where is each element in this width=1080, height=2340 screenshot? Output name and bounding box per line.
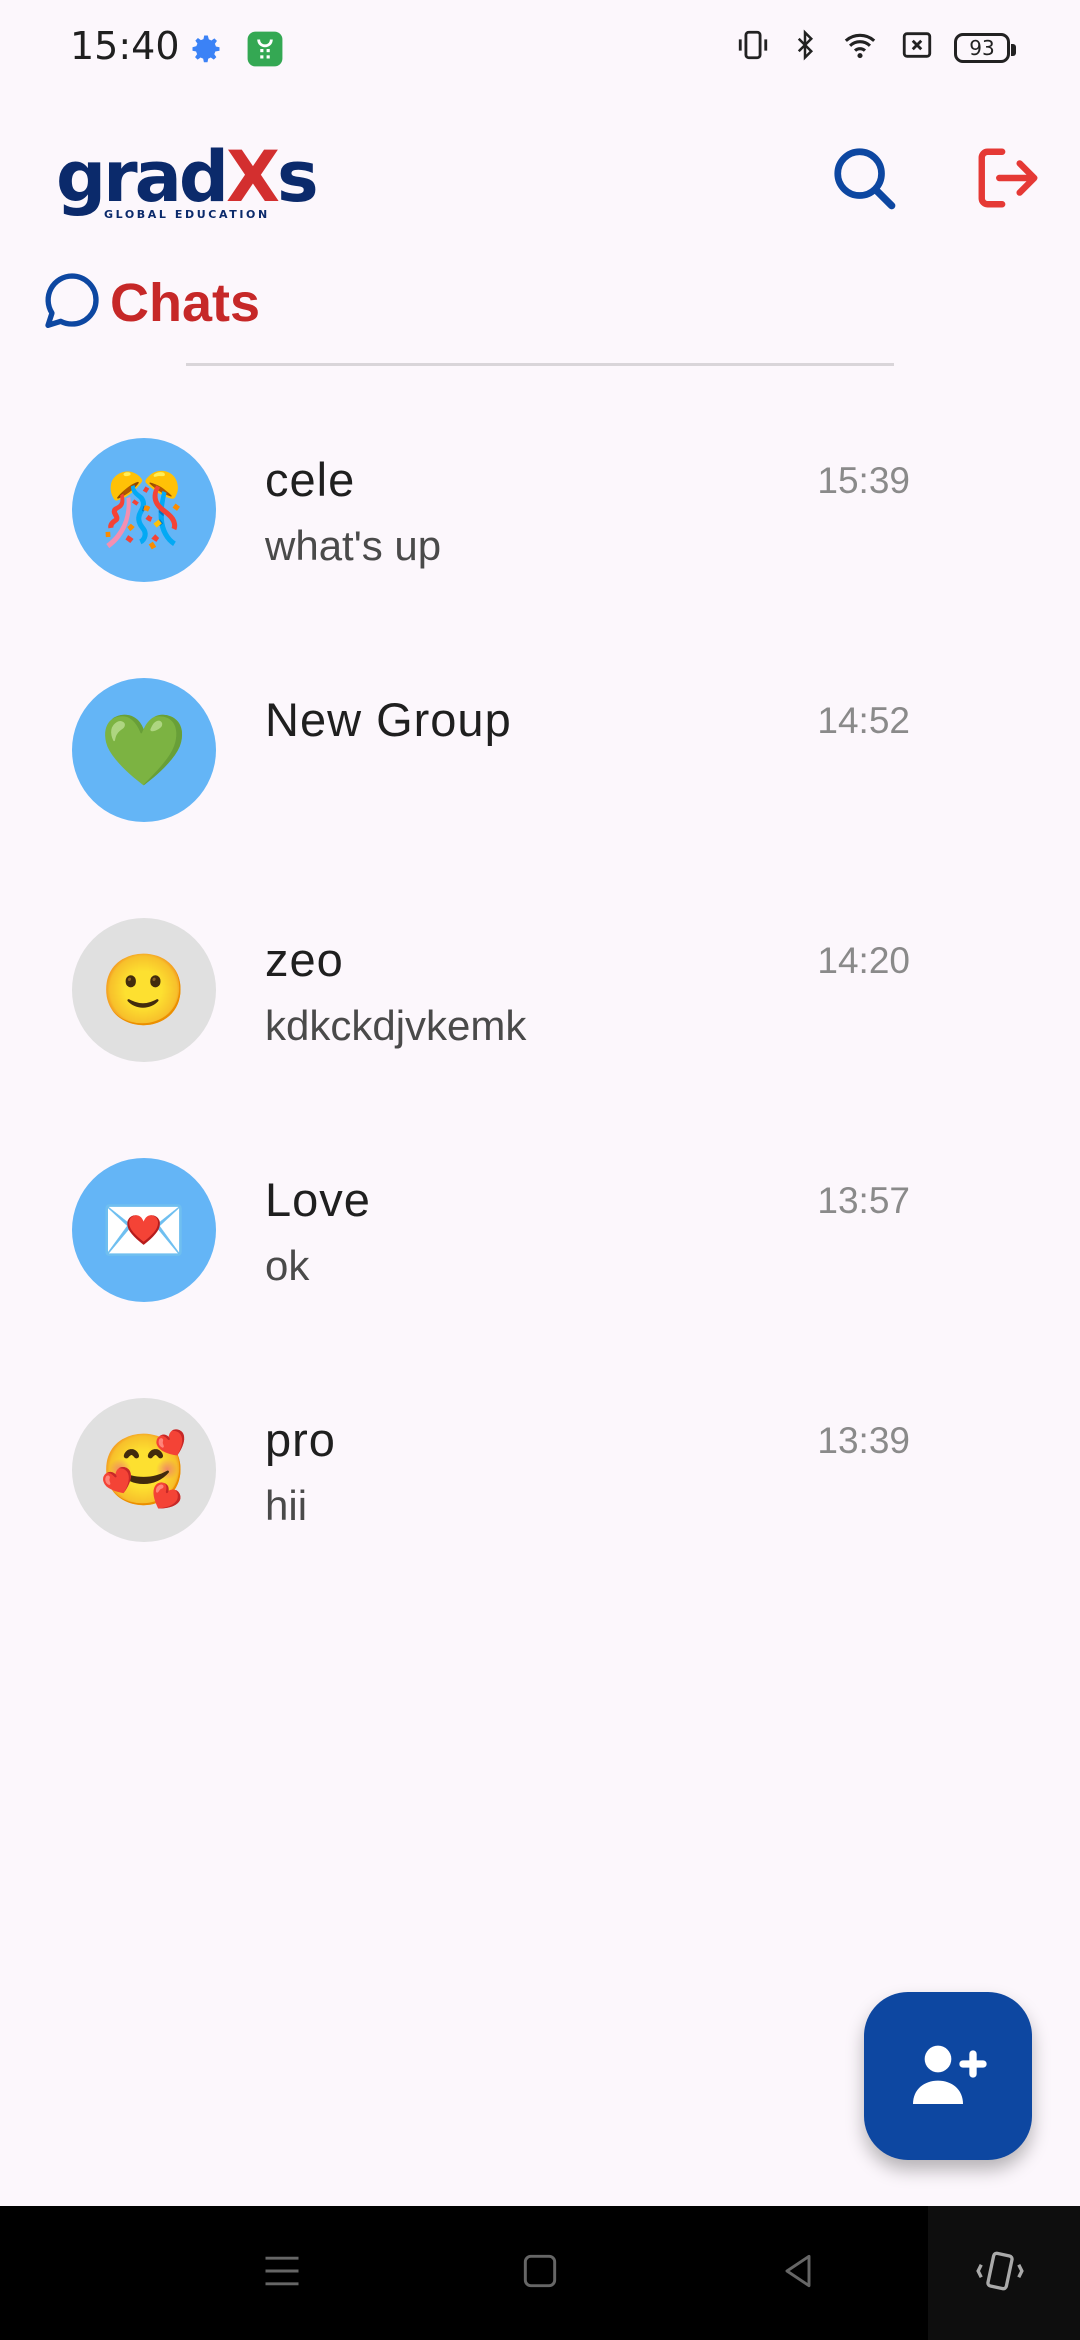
status-right-icons: 93: [736, 28, 1016, 67]
avatar: 💌: [72, 1158, 216, 1302]
chat-list-item[interactable]: 🙂 zeo kdkckdjvkemk 14:20: [0, 918, 1080, 1118]
add-contact-button[interactable]: [864, 1992, 1032, 2160]
system-nav-bar: [0, 2206, 1080, 2340]
app-logo: gradXs GLOBAL EDUCATION: [56, 142, 319, 221]
search-button[interactable]: [822, 138, 906, 222]
chat-bubble-icon: [40, 268, 104, 337]
status-bar: 15:40 93: [0, 0, 1080, 96]
chat-last-message: what's up: [265, 522, 442, 569]
chat-name: zeo: [265, 933, 344, 986]
nav-menu-button[interactable]: [242, 2236, 322, 2310]
chat-name: pro: [265, 1413, 336, 1466]
chat-last-message: hii: [265, 1482, 308, 1529]
chat-list-item[interactable]: 🥰 pro hii 13:39: [0, 1398, 1080, 1598]
vibrate-icon: [736, 28, 770, 67]
chat-name: cele: [265, 453, 356, 506]
logo-part-grad: grad: [56, 136, 229, 218]
avatar: 💚: [72, 678, 216, 822]
search-icon: [829, 143, 899, 218]
chat-list-item[interactable]: 💌 Love ok 13:57: [0, 1158, 1080, 1358]
chat-time: 13:57: [817, 1180, 910, 1221]
logo-part-x: X: [225, 136, 280, 218]
wifi-icon: [840, 28, 880, 67]
avatar: 🎊: [72, 438, 216, 582]
chat-time: 14:20: [817, 940, 910, 981]
app-notification-icon: [246, 30, 284, 73]
sim-off-icon: [900, 28, 934, 67]
add-user-icon: [908, 2034, 988, 2119]
bluetooth-icon: [790, 28, 820, 67]
nav-home-button[interactable]: [500, 2236, 580, 2310]
status-left-icons: [188, 30, 284, 73]
chat-time: 14:52: [817, 700, 910, 741]
home-icon: [518, 2249, 562, 2298]
nav-back-button[interactable]: [758, 2236, 838, 2310]
rotate-icon: [975, 2246, 1025, 2301]
chat-last-message: kdkckdjvkemk: [265, 1002, 527, 1049]
header-divider: [186, 363, 894, 366]
avatar: 🥰: [72, 1398, 216, 1542]
chat-list-item[interactable]: 💚 New Group 14:52: [0, 678, 1080, 878]
logout-button[interactable]: [966, 138, 1050, 222]
chat-time: 13:39: [817, 1420, 910, 1461]
logout-icon: [973, 143, 1043, 218]
chat-last-message: ok: [265, 1242, 310, 1289]
logo-part-s: s: [276, 136, 319, 218]
chat-name: New Group: [265, 693, 512, 746]
status-time: 15:40: [70, 24, 180, 68]
gear-icon: [188, 31, 224, 72]
battery-indicator: 93: [954, 32, 1016, 63]
page-title: Chats: [110, 272, 261, 333]
logo-wordmark: gradXs: [56, 142, 319, 212]
back-icon: [776, 2249, 820, 2298]
section-header: Chats: [40, 268, 260, 337]
menu-icon: [260, 2249, 304, 2298]
avatar: 🙂: [72, 918, 216, 1062]
chat-name: Love: [265, 1173, 371, 1226]
nav-rotate-button[interactable]: [960, 2236, 1040, 2310]
chat-list-item[interactable]: 🎊 cele what's up 15:39: [0, 438, 1080, 638]
chat-time: 15:39: [817, 460, 910, 501]
